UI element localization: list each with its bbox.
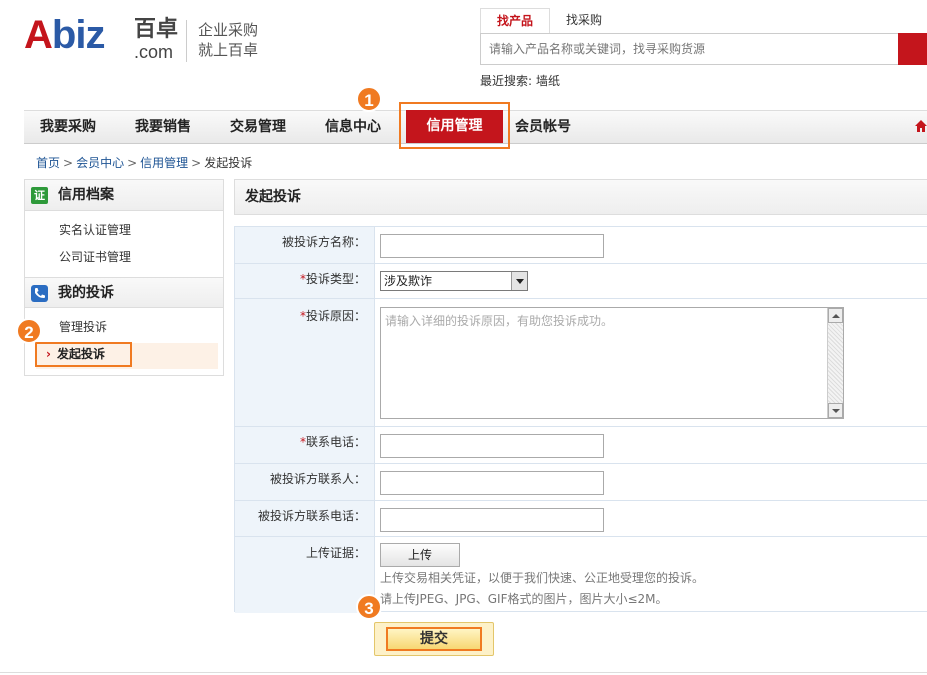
step-badge-3: 3 <box>356 594 382 620</box>
form-row-contact-phone: 被投诉方联系电话： <box>235 501 927 537</box>
form-row-phone: *联系电话： <box>235 427 927 464</box>
search-button[interactable] <box>898 33 927 65</box>
breadcrumb-home[interactable]: 首页 <box>36 156 60 170</box>
logo-domain: .com <box>134 42 174 62</box>
recent-search-link[interactable]: 墙纸 <box>536 74 560 88</box>
sidebar-section-my-complaints: 我的投诉 <box>25 277 223 308</box>
home-icon[interactable] <box>914 119 927 133</box>
form-row-type: *投诉类型： 涉及欺诈 <box>235 264 927 299</box>
recent-searches: 最近搜索: 墙纸 <box>480 72 560 89</box>
reason-placeholder: 请输入详细的投诉原因，有助您投诉成功。 <box>385 314 614 328</box>
complaint-type-select[interactable]: 涉及欺诈 <box>380 271 528 291</box>
form-row-name: 被投诉方名称： <box>235 227 927 264</box>
nav-item-credit-highlight: 信用管理 <box>399 102 510 149</box>
respondent-name-input[interactable] <box>380 234 604 258</box>
complaint-form: 被投诉方名称： *投诉类型： 涉及欺诈 *投诉原因： 请输入详细的投诉原因，有助… <box>234 226 927 613</box>
breadcrumb-current: 发起投诉 <box>204 156 253 170</box>
upload-button[interactable]: 上传 <box>380 543 460 567</box>
logo-divider <box>186 20 187 62</box>
textarea-scrollbar[interactable] <box>827 308 843 418</box>
label-respondent-contact: 被投诉方联系人： <box>235 464 375 500</box>
nav-item-trade[interactable]: 交易管理 <box>230 111 286 144</box>
page-title: 发起投诉 <box>245 189 301 205</box>
nav-item-sales[interactable]: 我要销售 <box>135 111 191 144</box>
main-panel-header: 发起投诉 <box>234 179 927 215</box>
respondent-contact-input[interactable] <box>380 471 604 495</box>
site-logo[interactable]: Abiz 百卓 .com 企业采购 就上百卓 <box>24 10 274 70</box>
label-respondent-phone: 被投诉方联系电话： <box>235 501 375 536</box>
upload-hint-1: 上传交易相关凭证，以便于我们快速、公正地受理您的投诉。 <box>380 571 705 585</box>
search-box <box>480 33 900 65</box>
footer-divider <box>0 672 927 673</box>
breadcrumb: 首页 > 会员中心 > 信用管理 > 发起投诉 <box>36 156 253 170</box>
nav-item-account[interactable]: 会员帐号 <box>515 111 571 144</box>
label-respondent-name: 被投诉方名称： <box>235 227 375 263</box>
breadcrumb-credit[interactable]: 信用管理 <box>140 156 188 170</box>
sidebar-item-realname[interactable]: 实名认证管理 <box>25 217 223 244</box>
sidebar-item-manage-complaints[interactable]: 管理投诉 <box>25 314 223 341</box>
label-contact-phone: *联系电话： <box>235 427 375 463</box>
scroll-up-icon[interactable] <box>828 308 843 323</box>
submit-button[interactable]: 提交 <box>386 627 482 651</box>
sidebar-item-file-complaint[interactable]: › 发起投诉 <box>46 344 105 365</box>
breadcrumb-member-center[interactable]: 会员中心 <box>76 156 124 170</box>
complaint-reason-textarea[interactable]: 请输入详细的投诉原因，有助您投诉成功。 <box>380 307 844 419</box>
step-badge-1: 1 <box>356 86 382 112</box>
nav-item-credit[interactable]: 信用管理 <box>406 110 503 143</box>
label-complaint-reason: *投诉原因： <box>235 299 375 426</box>
logo-mark: Abiz <box>24 13 105 57</box>
certificate-icon: 证 <box>31 187 48 204</box>
sidebar-section-credit-archive: 证 信用档案 <box>25 180 223 211</box>
phone-icon <box>31 285 48 302</box>
tab-find-purchase[interactable]: 找采购 <box>550 8 618 34</box>
form-row-contact: 被投诉方联系人： <box>235 464 927 501</box>
form-row-evidence: 上传证据： 上传 上传交易相关凭证，以便于我们快速、公正地受理您的投诉。 请上传… <box>235 537 927 613</box>
nav-item-info[interactable]: 信息中心 <box>325 111 381 144</box>
logo-chinese-name: 百卓 <box>134 17 179 42</box>
recent-searches-label: 最近搜索: <box>480 74 533 88</box>
chevron-right-icon: › <box>46 347 51 361</box>
label-upload-evidence: 上传证据： <box>235 537 375 613</box>
search-tabs: 找产品 找采购 <box>480 8 618 34</box>
sidebar-item-company-cert[interactable]: 公司证书管理 <box>25 244 223 271</box>
nav-item-purchase[interactable]: 我要采购 <box>40 111 96 144</box>
upload-hint-2: 请上传JPEG、JPG、GIF格式的图片，图片大小≤2M。 <box>380 592 668 606</box>
tab-find-product[interactable]: 找产品 <box>480 8 551 34</box>
form-row-reason: *投诉原因： 请输入详细的投诉原因，有助您投诉成功。 <box>235 299 927 427</box>
chevron-down-icon <box>511 272 527 290</box>
sidebar-list-credit: 实名认证管理 公司证书管理 <box>25 211 223 277</box>
scroll-down-icon[interactable] <box>828 403 843 418</box>
logo-slogan: 企业采购 就上百卓 <box>198 21 259 59</box>
label-complaint-type: *投诉类型： <box>235 264 375 298</box>
contact-phone-input[interactable] <box>380 434 604 458</box>
respondent-phone-input[interactable] <box>380 508 604 532</box>
search-input[interactable] <box>481 34 900 64</box>
step-badge-2: 2 <box>16 318 42 344</box>
